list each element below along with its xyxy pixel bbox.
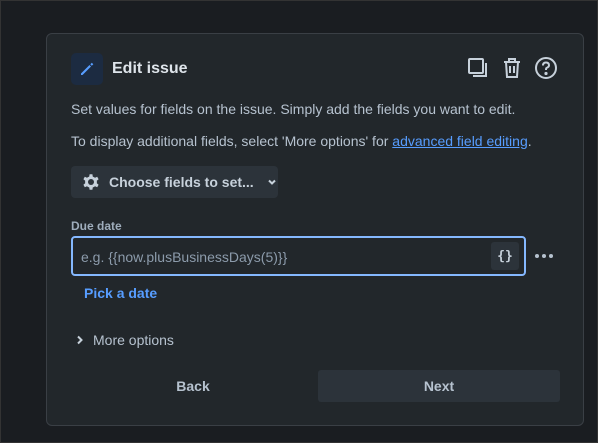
- description-line-2: To display additional fields, select 'Mo…: [71, 133, 532, 149]
- gear-icon: [81, 172, 101, 192]
- smart-value-button[interactable]: {}: [491, 242, 519, 270]
- panel-header: Edit issue: [71, 53, 559, 85]
- edit-issue-panel: Edit issue Set values for fields on the …: [46, 33, 584, 426]
- due-date-label: Due date: [71, 219, 122, 233]
- back-button[interactable]: Back: [71, 370, 315, 402]
- copy-icon[interactable]: [465, 55, 491, 81]
- chevron-down-icon: [266, 176, 278, 188]
- due-date-input[interactable]: [79, 238, 483, 276]
- choose-fields-label: Choose fields to set...: [109, 174, 254, 190]
- pick-a-date-link[interactable]: Pick a date: [84, 285, 157, 301]
- description-line-1: Set values for fields on the issue. Simp…: [71, 101, 516, 117]
- page-title: Edit issue: [112, 60, 188, 77]
- more-options-toggle[interactable]: More options: [75, 332, 174, 348]
- advanced-field-editing-link[interactable]: advanced field editing: [392, 133, 527, 149]
- description-text: To display additional fields, select 'Mo…: [71, 133, 393, 149]
- more-horizontal-icon[interactable]: [532, 246, 556, 266]
- window-frame: Edit issue Set values for fields on the …: [0, 0, 598, 443]
- choose-fields-button[interactable]: Choose fields to set...: [71, 166, 278, 198]
- chevron-right-icon: [75, 335, 85, 345]
- header-actions: [465, 55, 559, 81]
- question-circle-icon[interactable]: [533, 55, 559, 81]
- next-button[interactable]: Next: [318, 370, 560, 402]
- description-suffix: .: [527, 133, 532, 149]
- pencil-icon: [71, 53, 103, 85]
- due-date-field-wrapper: {}: [71, 236, 526, 276]
- more-options-label: More options: [93, 332, 174, 348]
- trash-icon[interactable]: [499, 55, 525, 81]
